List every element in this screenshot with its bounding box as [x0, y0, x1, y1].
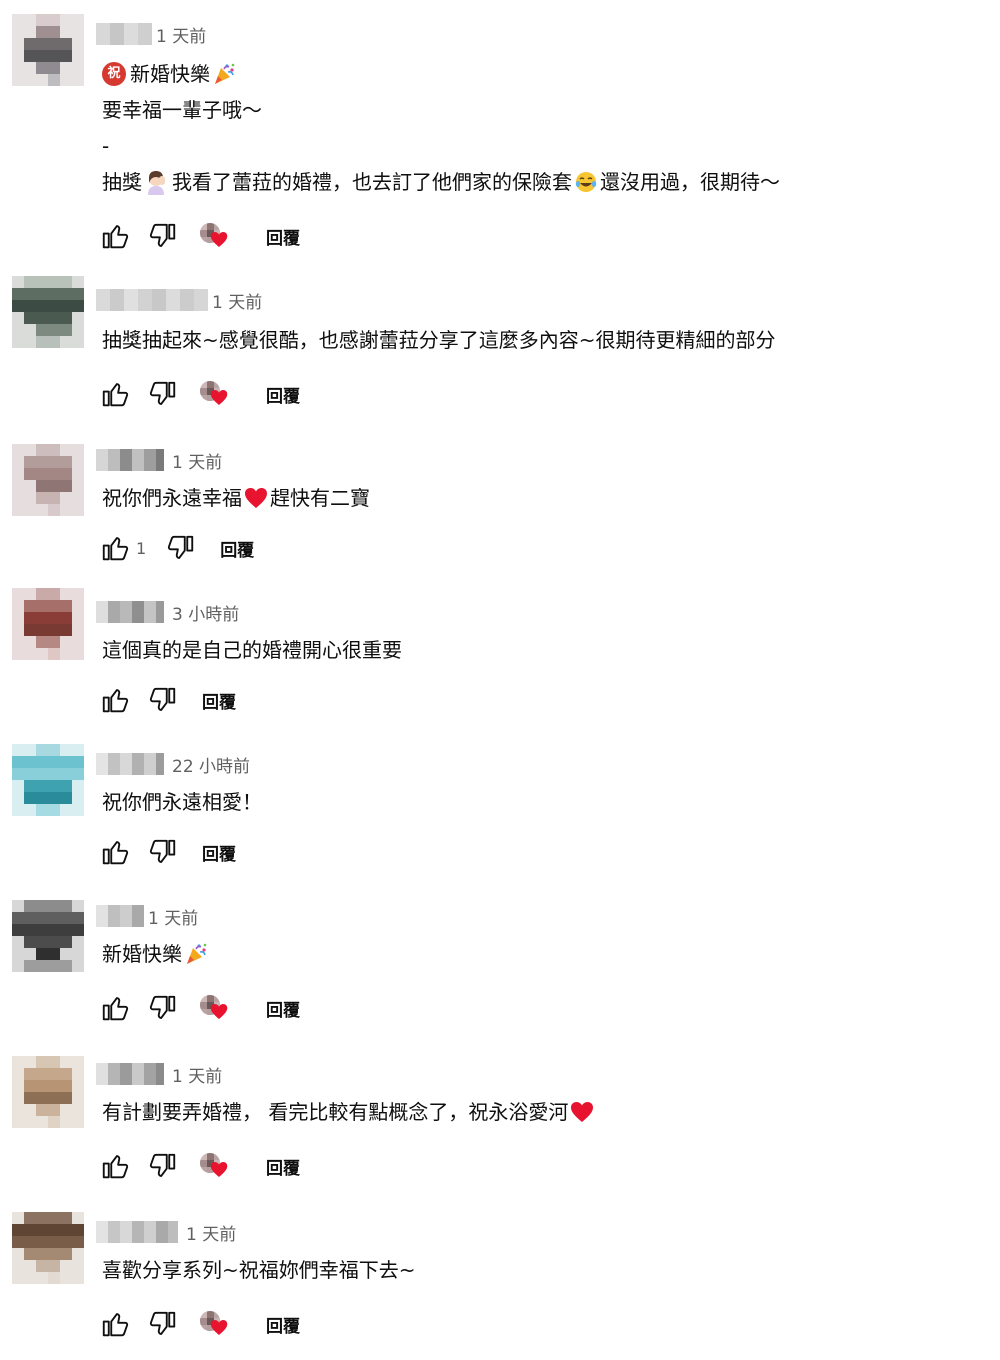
author-name[interactable]	[96, 601, 164, 623]
thumbs-up-icon[interactable]	[98, 835, 132, 869]
reply-button[interactable]: 回覆	[266, 224, 300, 249]
party-popper-icon	[184, 942, 208, 966]
like-count: 1	[136, 538, 147, 558]
comment-time[interactable]: 1 天前	[156, 22, 206, 47]
red-heart-icon	[244, 487, 268, 509]
author-name[interactable]	[96, 1221, 178, 1243]
avatar[interactable]	[12, 444, 84, 516]
author-name[interactable]	[96, 753, 164, 775]
comment-text: 有計劃要弄婚禮， 看完比較有點概念了，祝永浴愛河	[102, 1094, 596, 1130]
thumbs-down-icon[interactable]	[146, 1149, 180, 1183]
party-popper-icon	[212, 62, 236, 86]
thumbs-down-icon[interactable]	[146, 377, 180, 411]
reply-button[interactable]: 回覆	[266, 1312, 300, 1337]
comment-text: 祝你們永遠相愛！	[102, 790, 262, 814]
comment-actions: 回覆	[98, 680, 236, 720]
comment-text: 抽獎抽起來~感覺很酷，也感謝蕾菈分享了這麼多內容~很期待更精細的部分	[102, 328, 776, 352]
comment-meta: 1 天前	[96, 1220, 236, 1245]
thumbs-down-icon[interactable]	[146, 219, 180, 253]
avatar[interactable]	[12, 1056, 84, 1128]
reply-button[interactable]: 回覆	[220, 536, 254, 561]
thumbs-up-icon[interactable]	[98, 1149, 132, 1183]
comment-text: 祝你們永遠幸福 趕快有二寶	[102, 486, 370, 510]
reply-button[interactable]: 回覆	[266, 1154, 300, 1179]
thumbs-down-icon[interactable]	[146, 991, 180, 1025]
avatar[interactable]	[12, 1212, 84, 1284]
comment-time[interactable]: 1 天前	[212, 288, 262, 313]
comment-meta: 1 天前	[96, 22, 206, 47]
thumbs-down-icon[interactable]	[146, 683, 180, 717]
avatar[interactable]	[12, 744, 84, 816]
comment-actions: 1 回覆	[98, 528, 254, 568]
thumbs-down-icon[interactable]	[164, 531, 198, 565]
comment-text: 這個真的是自己的婚禮開心很重要	[102, 638, 402, 662]
reply-button[interactable]: 回覆	[266, 996, 300, 1021]
creator-heart-icon	[196, 377, 230, 411]
comment-meta: 22 小時前	[96, 752, 250, 777]
reply-button[interactable]: 回覆	[202, 840, 236, 865]
creator-heart-icon	[196, 1149, 230, 1183]
comment-time[interactable]: 22 小時前	[172, 752, 250, 777]
creator-heart-icon	[196, 1307, 230, 1341]
reply-button[interactable]: 回覆	[266, 382, 300, 407]
author-name[interactable]	[96, 289, 208, 311]
thumbs-up-icon[interactable]	[98, 683, 132, 717]
thumbs-up-icon[interactable]	[98, 377, 132, 411]
comment-meta: 3 小時前	[96, 600, 239, 625]
author-name[interactable]	[96, 23, 152, 45]
comment-time[interactable]: 1 天前	[172, 448, 222, 473]
comment-meta: 1 天前	[96, 1062, 222, 1087]
comment-actions: 回覆	[98, 832, 236, 872]
red-heart-icon	[570, 1101, 594, 1123]
zhu-badge-icon: 祝	[102, 62, 126, 86]
thumbs-up-icon[interactable]	[98, 991, 132, 1025]
creator-heart-icon	[196, 219, 230, 253]
author-name[interactable]	[96, 905, 144, 927]
thumbs-up-icon[interactable]	[98, 219, 132, 253]
comment-time[interactable]: 1 天前	[148, 904, 198, 929]
reply-button[interactable]: 回覆	[202, 688, 236, 713]
comment-actions: 回覆	[98, 1304, 300, 1344]
comments-list: 1 天前 祝 新婚快樂 要幸福一輩子哦～ - 抽獎 我看了蕾菈的婚禮，也去訂了他…	[0, 0, 1000, 1360]
comment-actions: 回覆	[98, 988, 300, 1028]
avatar[interactable]	[12, 276, 84, 348]
tears-of-joy-icon	[574, 170, 598, 194]
avatar[interactable]	[12, 900, 84, 972]
thumbs-down-icon[interactable]	[146, 1307, 180, 1341]
comment-meta: 1 天前	[96, 904, 198, 929]
comment-text: 喜歡分享系列~祝福妳們幸福下去~	[102, 1258, 416, 1282]
comment-time[interactable]: 1 天前	[172, 1062, 222, 1087]
comment-actions: 回覆	[98, 1146, 300, 1186]
comment-text: 祝 新婚快樂 要幸福一輩子哦～ - 抽獎 我看了蕾菈的婚禮，也去訂了他們家的保險…	[102, 62, 780, 195]
avatar[interactable]	[12, 14, 84, 86]
comment-text: 新婚快樂	[102, 936, 210, 972]
author-name[interactable]	[96, 449, 164, 471]
thumbs-up-icon[interactable]	[98, 1307, 132, 1341]
comment-time[interactable]: 3 小時前	[172, 600, 239, 625]
avatar[interactable]	[12, 588, 84, 660]
comment-meta: 1 天前	[96, 288, 262, 313]
comment-actions: 回覆	[98, 216, 300, 256]
creator-heart-icon	[196, 991, 230, 1025]
comment-actions: 回覆	[98, 374, 300, 414]
woman-facepalming-icon	[144, 169, 170, 195]
thumbs-down-icon[interactable]	[146, 835, 180, 869]
comment-meta: 1 天前	[96, 448, 222, 473]
comment-time[interactable]: 1 天前	[186, 1220, 236, 1245]
thumbs-up-icon[interactable]	[98, 531, 132, 565]
author-name[interactable]	[96, 1063, 164, 1085]
